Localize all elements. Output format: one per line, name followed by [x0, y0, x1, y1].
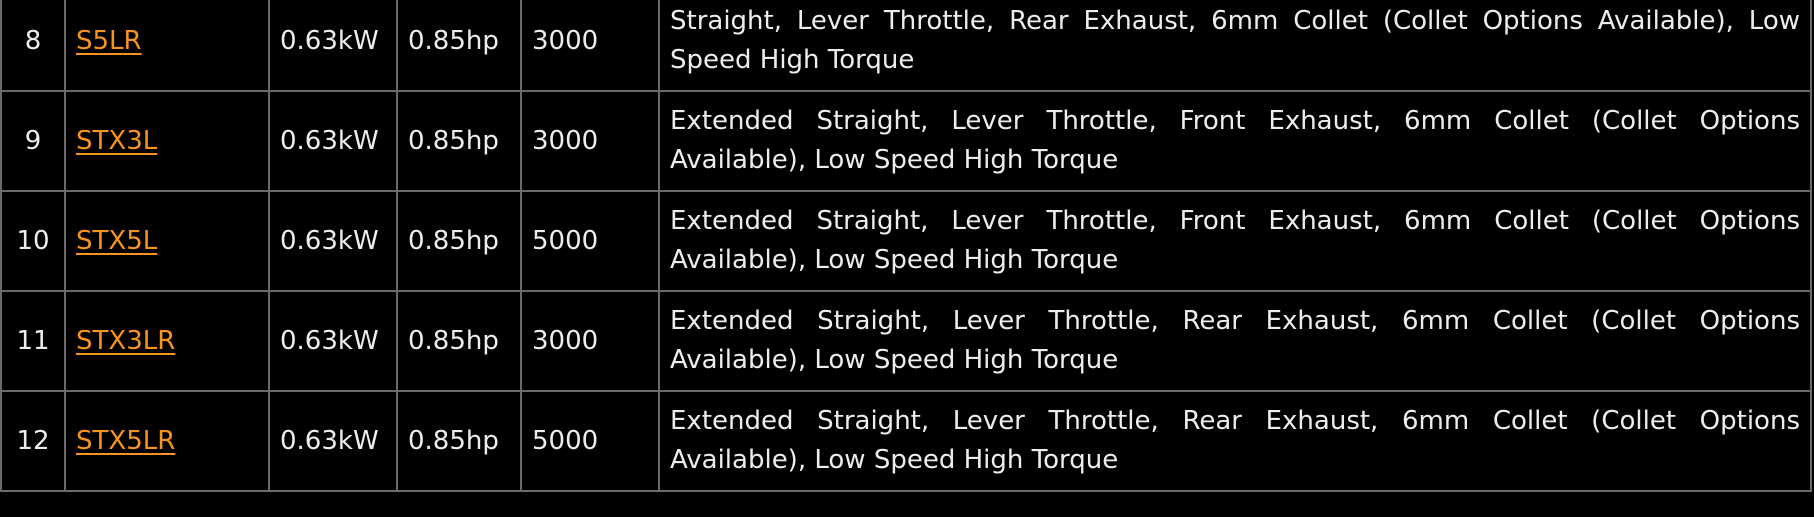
model-cell: STX3L	[64, 90, 270, 192]
model-link[interactable]: STX5L	[76, 226, 157, 256]
model-link[interactable]: STX3LR	[76, 326, 175, 356]
power-kw-cell: 0.63kW	[268, 290, 398, 392]
power-hp-cell: 0.85hp	[396, 190, 522, 292]
power-hp-cell: 0.85hp	[396, 90, 522, 192]
model-cell: STX5LR	[64, 390, 270, 492]
model-link[interactable]: STX5LR	[76, 426, 175, 456]
power-kw-cell: 0.63kW	[268, 190, 398, 292]
row-index-cell: 9	[0, 90, 66, 192]
rpm-cell: 3000	[520, 0, 660, 92]
power-hp-cell: 0.85hp	[396, 290, 522, 392]
table-row: 9 STX3L 0.63kW 0.85hp 3000 Extended Stra…	[0, 90, 1812, 192]
description-cell: Extended Straight, Lever Throttle, Rear …	[658, 290, 1812, 392]
row-index-cell: 11	[0, 290, 66, 392]
spec-table-body: 8 S5LR 0.63kW 0.85hp 3000 Straight, Leve…	[0, 0, 1812, 492]
model-cell: STX3LR	[64, 290, 270, 392]
power-kw-cell: 0.63kW	[268, 90, 398, 192]
row-index-cell: 12	[0, 390, 66, 492]
model-cell: S5LR	[64, 0, 270, 92]
power-kw-cell: 0.63kW	[268, 0, 398, 92]
row-index-cell: 8	[0, 0, 66, 92]
row-index-cell: 10	[0, 190, 66, 292]
rpm-cell: 5000	[520, 190, 660, 292]
description-cell: Extended Straight, Lever Throttle, Front…	[658, 90, 1812, 192]
rpm-cell: 3000	[520, 290, 660, 392]
product-spec-table: 8 S5LR 0.63kW 0.85hp 3000 Straight, Leve…	[0, 0, 1812, 492]
model-link[interactable]: S5LR	[76, 26, 142, 56]
description-cell: Extended Straight, Lever Throttle, Rear …	[658, 390, 1812, 492]
rpm-cell: 5000	[520, 390, 660, 492]
table-row: 11 STX3LR 0.63kW 0.85hp 3000 Extended St…	[0, 290, 1812, 392]
table-row: 10 STX5L 0.63kW 0.85hp 5000 Extended Str…	[0, 190, 1812, 292]
power-kw-cell: 0.63kW	[268, 390, 398, 492]
rpm-cell: 3000	[520, 90, 660, 192]
model-cell: STX5L	[64, 190, 270, 292]
power-hp-cell: 0.85hp	[396, 0, 522, 92]
description-cell: Extended Straight, Lever Throttle, Front…	[658, 190, 1812, 292]
table-row: 12 STX5LR 0.63kW 0.85hp 5000 Extended St…	[0, 390, 1812, 492]
table-row: 8 S5LR 0.63kW 0.85hp 3000 Straight, Leve…	[0, 0, 1812, 92]
model-link[interactable]: STX3L	[76, 126, 157, 156]
power-hp-cell: 0.85hp	[396, 390, 522, 492]
description-cell: Straight, Lever Throttle, Rear Exhaust, …	[658, 0, 1812, 92]
